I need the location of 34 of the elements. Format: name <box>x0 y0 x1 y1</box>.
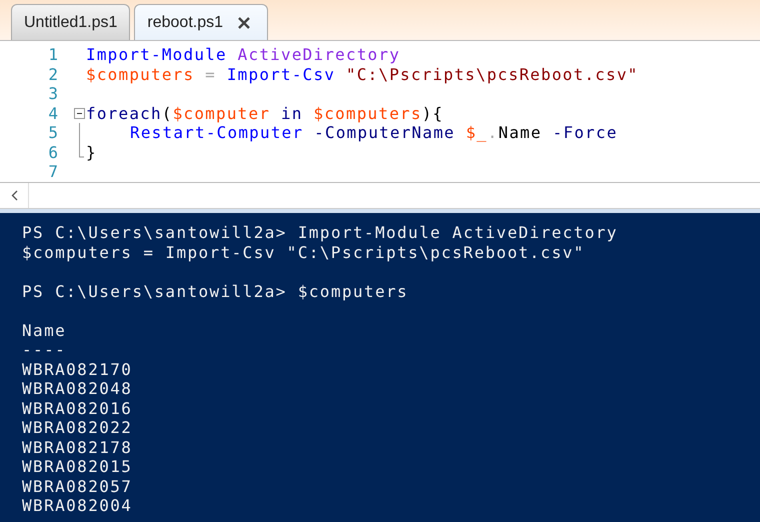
column-header: Name <box>22 320 66 340</box>
file-tab[interactable]: Untitled1.ps1 <box>11 4 130 40</box>
header-rule: ---- <box>22 340 66 359</box>
output-line: WBRA082016 <box>22 398 132 418</box>
close-icon[interactable] <box>237 16 251 30</box>
line-number: 6 <box>47 142 58 162</box>
code-line: Import-Module ActiveDirectory <box>86 45 400 64</box>
horizontal-scrollbar[interactable] <box>0 183 760 209</box>
line-number: 5 <box>47 123 58 142</box>
console-pane[interactable] <box>0 213 760 522</box>
output-line: WBRA082170 <box>22 360 132 378</box>
output-line: WBRA082004 <box>22 496 132 515</box>
output-line: WBRA082015 <box>22 457 132 476</box>
console-command: $computers <box>298 282 408 300</box>
line-number: 7 <box>47 162 58 182</box>
console-prompt: PS C:\Users\santowill2a> <box>22 282 287 300</box>
code-line: $computers = Import-Csv "C:\Pscripts\pcsReboot.csv" <box>86 64 639 84</box>
console-command: Import-Module ActiveDirectory <box>298 223 618 242</box>
code-line: Restart-Computer -ComputerName $_.Name -Force <box>130 123 618 142</box>
output-line: WBRA082022 <box>22 418 132 437</box>
chevron-left-icon <box>10 190 18 201</box>
console-prompt: PS C:\Users\santowill2a> <box>22 223 287 242</box>
output-line: WBRA082178 <box>22 438 132 456</box>
collapse-icon[interactable] <box>74 108 85 119</box>
file-tab[interactable]: reboot.ps1 <box>134 4 268 40</box>
code-line: foreach($computer in $computers){ <box>86 104 444 123</box>
line-number: 1 <box>47 45 58 64</box>
output-line: WBRA082048 <box>22 379 132 398</box>
code-line: } <box>86 142 97 162</box>
output-line: WBRA082057 <box>22 476 132 496</box>
line-number: 2 <box>47 64 58 84</box>
line-number: 4 <box>47 104 58 123</box>
console-command: $computers = Import-Csv "C:\Pscripts\pcsReboot.csv" <box>22 242 585 262</box>
line-number: 3 <box>47 84 58 104</box>
